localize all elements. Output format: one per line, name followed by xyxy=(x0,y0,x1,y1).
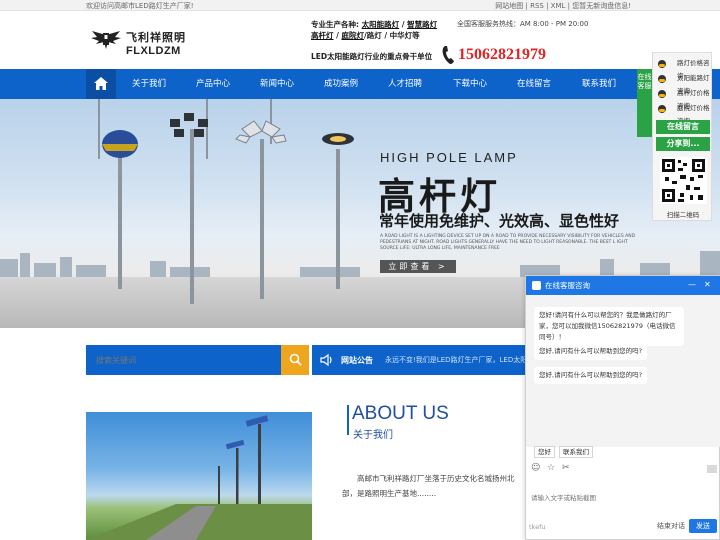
search-box xyxy=(86,345,309,375)
send-button[interactable]: 发送 xyxy=(689,519,717,533)
emoji-icon[interactable]: ☺ xyxy=(531,463,540,473)
banner-small-text: A ROAD LIGHT IS A LIGHTING DEVICE SET UP… xyxy=(380,234,636,251)
qq-icon xyxy=(658,105,666,113)
top-links[interactable]: 网站地图 | RSS | XML | 您暂无新询盘信息! xyxy=(495,1,631,11)
qq-icon xyxy=(658,60,666,68)
nav-news[interactable]: 新闻中心 xyxy=(245,69,309,99)
service-tab[interactable]: 在线客服 xyxy=(637,69,652,137)
chat-logo-icon xyxy=(532,281,541,290)
logo-name-cn: 飞利祥照明 xyxy=(126,31,186,44)
about-accent-bar xyxy=(347,405,349,435)
nav-downloads[interactable]: 下载中心 xyxy=(438,69,502,99)
search-icon xyxy=(289,353,302,366)
chat-messages: 您好!请问有什么可以帮您的？我是做路灯的厂家，您可以加我微信1506282197… xyxy=(526,295,720,447)
home-icon xyxy=(94,77,108,90)
search-input[interactable] xyxy=(86,345,281,375)
high-pole-lamps-illustration xyxy=(98,99,354,304)
product-link-solar[interactable]: 太阳能路灯 xyxy=(362,20,400,29)
chat-message: 您好,请问有什么可以帮助到您的吗? xyxy=(534,367,648,384)
banner-view-button[interactable]: 立即查看 > xyxy=(380,260,456,273)
about-title-en: ABOUT US xyxy=(352,403,449,424)
banner-subtitle: 常年使用免维护、光效高、显色性好 xyxy=(379,212,620,230)
product-list: 专业生产各种: 太阳能路灯 / 智慧路灯 高杆灯 / 庭院灯/路灯 / 中华灯等 xyxy=(311,20,438,40)
chat-input[interactable] xyxy=(531,478,711,518)
chat-window: 在线客服咨询 — ✕ 您好!请问有什么可以帮您的？我是做路灯的厂家，您可以加我微… xyxy=(525,275,720,540)
end-chat-button[interactable]: 结束对话 xyxy=(657,521,685,531)
banner-title-en: HIGH POLE LAMP xyxy=(380,150,518,165)
product-link-highpole[interactable]: 高杆灯 xyxy=(311,31,334,40)
products-tail: /路灯 / 中华灯等 xyxy=(363,31,420,40)
main-nav: 关于我们 产品中心 新闻中心 成功案例 人才招聘 下载中心 在线留言 联系我们 xyxy=(0,69,720,99)
about-title-cn: 关于我们 xyxy=(353,430,393,441)
logo-name-en: FLXLDZM xyxy=(126,45,181,57)
header: 飞利祥照明 FLXLDZM 专业生产各种: 太阳能路灯 / 智慧路灯 高杆灯 /… xyxy=(0,11,720,69)
notice-message[interactable]: 永远不变!我们是LED路灯生产厂家，LED太阳能路灯 xyxy=(385,355,526,365)
service-row[interactable]: 路灯价格咨询 xyxy=(653,57,713,80)
star-icon[interactable]: ☆ xyxy=(547,463,555,473)
service-row[interactable]: 高杆灯价格咨询 xyxy=(653,87,713,110)
nav-about[interactable]: 关于我们 xyxy=(117,69,181,99)
chat-title: 在线客服咨询 xyxy=(545,281,590,290)
service-row[interactable]: 太阳能路灯咨询 xyxy=(653,72,713,95)
qq-icon xyxy=(658,75,666,83)
street-lights-photo xyxy=(86,415,312,540)
welcome-text: 欢迎访问高邮市LED路灯生产厂家! xyxy=(86,2,194,10)
nav-contact[interactable]: 联系我们 xyxy=(567,69,631,99)
quick-reply-contact[interactable]: 联系我们 xyxy=(559,446,593,458)
qq-icon xyxy=(658,90,666,98)
nav-jobs[interactable]: 人才招聘 xyxy=(373,69,437,99)
nav-message[interactable]: 在线留言 xyxy=(502,69,566,99)
minimize-icon[interactable]: — xyxy=(688,280,696,289)
online-message-button[interactable]: 在线留言 xyxy=(656,120,710,134)
logo[interactable]: 飞利祥照明 FLXLDZM xyxy=(90,27,220,61)
phone-number[interactable]: 15062821979 xyxy=(458,46,546,64)
top-bar: 欢迎访问高邮市LED路灯生产厂家! 网站地图 | RSS | XML | 您暂无… xyxy=(0,0,720,11)
about-image xyxy=(86,412,312,540)
share-button[interactable]: 分享到... xyxy=(656,137,710,151)
hotline-label: 全国客服服务热线：AM 8:00 - PM 20:00 xyxy=(457,20,589,28)
service-row[interactable]: 庭院灯价格咨询 xyxy=(653,102,713,125)
qr-code xyxy=(660,157,707,204)
nav-cases[interactable]: 成功案例 xyxy=(309,69,373,99)
product-link-smart[interactable]: 智慧路灯 xyxy=(407,20,437,29)
notice-bar: 网站公告 永远不变!我们是LED路灯生产厂家，LED太阳能路灯 xyxy=(312,345,526,375)
service-panel: 路灯价格咨询 太阳能路灯咨询 高杆灯价格咨询 庭院灯价格咨询 在线留言 分享到.… xyxy=(652,52,712,221)
phone-icon xyxy=(442,46,454,64)
logo-eagle-icon xyxy=(91,31,121,49)
expand-icon[interactable] xyxy=(707,465,717,473)
close-icon[interactable]: ✕ xyxy=(704,280,711,289)
quick-reply-hello[interactable]: 您好 xyxy=(534,446,555,458)
about-text: 高邮市飞利祥路灯厂坐落于历史文化名城扬州北部，是路照明生产基地........ xyxy=(342,474,515,498)
slogan: LED太阳能路灯行业的重点骨干单位 xyxy=(311,52,433,61)
speaker-icon xyxy=(320,353,332,367)
product-link-garden[interactable]: 庭院灯 xyxy=(341,31,364,40)
search-button[interactable] xyxy=(281,345,309,375)
chat-message: 您好,请问有什么可以帮助到您的吗? xyxy=(534,343,648,360)
nav-products[interactable]: 产品中心 xyxy=(181,69,245,99)
qr-code-icon xyxy=(662,159,705,202)
nav-home[interactable] xyxy=(86,69,116,99)
products-prefix: 专业生产各种: xyxy=(311,20,359,29)
notice-title: 网站公告 xyxy=(341,356,373,365)
chat-header[interactable]: 在线客服咨询 — ✕ xyxy=(526,276,720,295)
scissors-icon[interactable]: ✂ xyxy=(562,463,570,473)
scan-label: 扫描二维码 xyxy=(666,211,700,219)
chat-message: 您好!请问有什么可以帮您的？我是做路灯的厂家，您可以加我微信1506282197… xyxy=(534,307,684,346)
chat-brand: tkefu xyxy=(529,523,546,531)
